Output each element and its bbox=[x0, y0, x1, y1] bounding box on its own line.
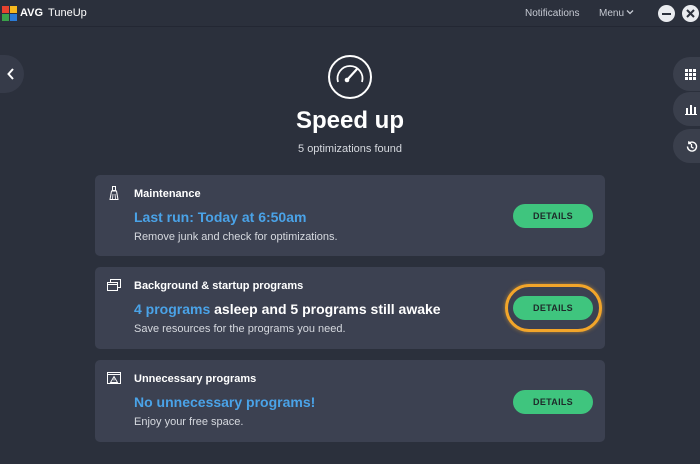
app-brand: AVG TuneUp bbox=[20, 7, 87, 19]
maintenance-card: Maintenance Last run: Today at 6:50am Re… bbox=[95, 175, 605, 256]
card-description: Enjoy your free space. bbox=[134, 416, 244, 428]
card-title: Maintenance bbox=[134, 188, 201, 200]
maintenance-details-button[interactable]: DETAILS bbox=[513, 204, 593, 228]
card-status: Last run: Today at 6:50am bbox=[134, 209, 306, 225]
background-startup-card: Background & startup programs 4 programs… bbox=[95, 267, 605, 349]
minimize-button[interactable] bbox=[658, 5, 675, 22]
status-highlight: No unnecessary programs! bbox=[134, 394, 316, 410]
back-button[interactable] bbox=[0, 55, 24, 93]
page-title: Speed up bbox=[295, 107, 404, 134]
card-status: No unnecessary programs! bbox=[134, 394, 315, 410]
grid-icon bbox=[685, 68, 696, 80]
title-bar: AVG TuneUp Notifications Menu bbox=[0, 0, 700, 27]
window-warning-icon bbox=[107, 372, 121, 384]
status-highlight: Last run: Today at 6:50am bbox=[134, 209, 307, 225]
card-title: Unnecessary programs bbox=[134, 373, 257, 385]
speedometer-icon bbox=[328, 55, 372, 99]
notifications-link[interactable]: Notifications bbox=[525, 8, 579, 19]
status-highlight: 4 programs bbox=[134, 301, 211, 317]
close-button[interactable] bbox=[682, 5, 699, 22]
card-title: Background & startup programs bbox=[134, 280, 304, 292]
avg-logo-icon bbox=[2, 6, 17, 21]
brand-name: AVG bbox=[20, 7, 44, 19]
unnecessary-programs-card: Unnecessary programs No unnecessary prog… bbox=[95, 360, 605, 442]
card-description: Save resources for the programs you need… bbox=[134, 323, 346, 335]
product-name: TuneUp bbox=[48, 7, 87, 19]
card-description: Remove junk and check for optimizations. bbox=[134, 231, 338, 243]
menu-link[interactable]: Menu bbox=[599, 8, 624, 19]
card-status: 4 programs asleep and 5 programs still a… bbox=[134, 301, 441, 317]
chevron-left-icon bbox=[7, 68, 14, 80]
unnecessary-programs-details-button[interactable]: DETAILS bbox=[513, 390, 593, 414]
background-startup-details-button[interactable]: DETAILS bbox=[513, 296, 593, 320]
page-subtitle: 5 optimizations found bbox=[298, 143, 402, 155]
status-text: asleep and 5 programs still awake bbox=[210, 301, 441, 317]
apps-grid-button[interactable] bbox=[673, 57, 700, 91]
windows-stack-icon bbox=[107, 279, 121, 291]
close-icon bbox=[686, 9, 695, 18]
broom-icon bbox=[109, 186, 119, 200]
chevron-down-icon[interactable] bbox=[626, 8, 634, 16]
